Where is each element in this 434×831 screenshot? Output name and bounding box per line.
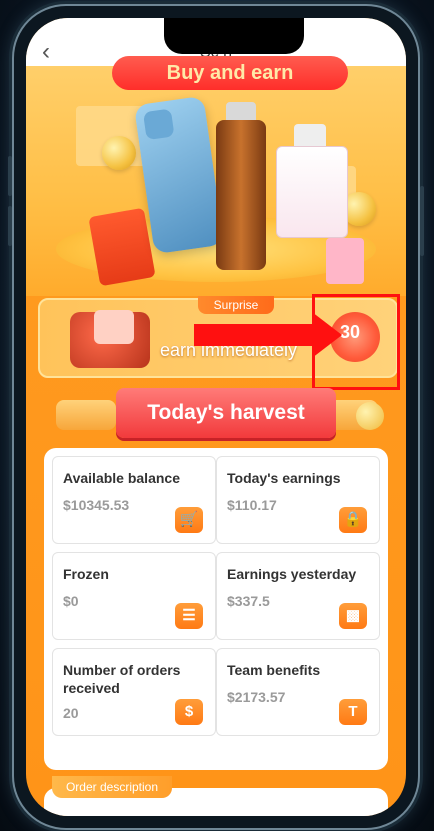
stat-orders-received: Number of orders received 20 $: [52, 648, 216, 736]
order-description-tag[interactable]: Order description: [52, 776, 172, 798]
serum-bottle: [216, 120, 266, 270]
notch: [164, 18, 304, 54]
harvest-button[interactable]: Today's harvest: [116, 388, 336, 438]
power-button: [420, 186, 424, 256]
stat-value: $2173.57: [227, 689, 286, 705]
shopping-bag: [326, 238, 364, 284]
stat-label: Today's earnings: [227, 470, 341, 486]
promo-banner: Buy and earn: [26, 56, 406, 296]
stat-label: Frozen: [63, 566, 109, 582]
stat-value: $337.5: [227, 593, 270, 609]
wallet-icon: ▩: [339, 603, 367, 629]
annotation-arrow-head: [312, 312, 342, 358]
volume-button: [8, 206, 12, 246]
stat-todays-earnings: Today's earnings $110.17 🔒: [216, 456, 380, 544]
harvest-ribbon-left: [56, 400, 116, 430]
lock-icon: 🔒: [339, 507, 367, 533]
stat-frozen: Frozen $0 ☰: [52, 552, 216, 640]
stat-label: Available balance: [63, 470, 180, 486]
stat-label: Team benefits: [227, 662, 321, 678]
red-envelope: [88, 207, 156, 287]
stat-earnings-yesterday: Earnings yesterday $337.5 ▩: [216, 552, 380, 640]
stat-value: $0: [63, 593, 79, 609]
banner-title: Buy and earn: [112, 56, 348, 90]
money-bag-icon: $: [175, 699, 203, 725]
stat-label: Number of orders received: [63, 662, 181, 696]
stat-value: $10345.53: [63, 497, 130, 513]
stat-available-balance: Available balance $10345.53 🛒: [52, 456, 216, 544]
gift-bag-icon: [94, 310, 134, 344]
coin-icon: [102, 136, 136, 170]
document-icon: ☰: [175, 603, 203, 629]
perfume-bottle: [276, 146, 348, 238]
bag-icon: T: [339, 699, 367, 725]
stat-label: Earnings yesterday: [227, 566, 357, 582]
annotation-arrow: [194, 324, 314, 346]
stat-team-benefits: Team benefits $2173.57 T: [216, 648, 380, 736]
stat-value: 20: [63, 705, 79, 721]
harvest-header: Today's harvest: [56, 388, 384, 438]
stat-value: $110.17: [227, 497, 277, 513]
app-screen: ‹ Sc n Buy and earn Surprise earn immed: [26, 18, 406, 816]
shopping-cart-icon: 🛒: [175, 507, 203, 533]
surprise-tag: Surprise: [198, 296, 274, 314]
volume-button: [8, 156, 12, 196]
coin-icon: [356, 402, 384, 430]
stats-panel: Available balance $10345.53 🛒 Today's ea…: [44, 448, 388, 770]
phone-frame: ‹ Sc n Buy and earn Surprise earn immed: [8, 6, 424, 828]
